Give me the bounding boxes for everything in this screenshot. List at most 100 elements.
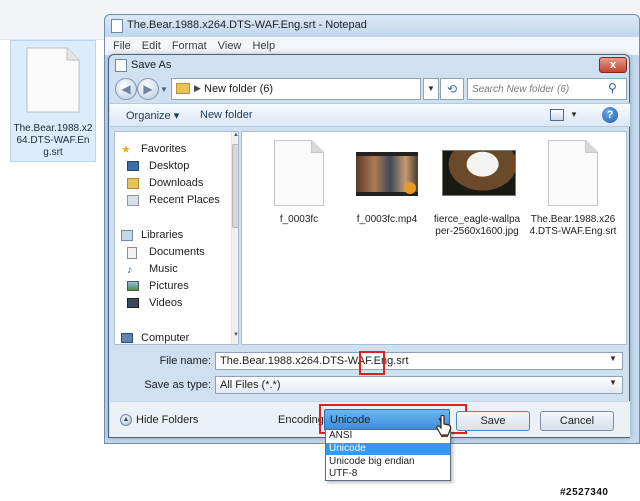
address-dropdown-icon[interactable]: ▼ (423, 78, 439, 100)
documents-icon (127, 247, 137, 259)
eagle-image-thumbnail (442, 140, 516, 206)
blank-file-icon (26, 47, 80, 113)
nav-music[interactable]: ♪ Music (127, 262, 235, 278)
nav-label: Computer (141, 332, 190, 344)
navigation-pane: ★ Favorites Desktop Downloads Recent Pla… (114, 131, 239, 345)
hide-folders-label: Hide Folders (136, 414, 199, 426)
recent-places-icon (127, 195, 139, 206)
dialog-icon (115, 59, 127, 72)
desktop-icon (127, 161, 139, 171)
music-icon: ♪ (127, 264, 133, 276)
notepad-menu-bar: File Edit Format View Help (105, 37, 639, 55)
watermark-text: #2527340 (560, 487, 609, 498)
nav-videos[interactable]: Videos (127, 296, 235, 312)
new-folder-button[interactable]: New folder (200, 109, 253, 121)
save-as-type-row: Save as type: All Files (*.*) ▼ (113, 375, 627, 395)
menu-help[interactable]: Help (252, 40, 275, 52)
menu-format[interactable]: Format (172, 40, 207, 52)
nav-label: Documents (149, 246, 205, 258)
extension-highlight-box (359, 351, 385, 375)
organize-button[interactable]: Organize ▾ (126, 109, 179, 122)
forward-button[interactable]: ▶ (137, 78, 159, 100)
search-box[interactable]: ⚲ (467, 78, 627, 100)
save-button[interactable]: Save (456, 411, 530, 431)
scroll-up-icon[interactable]: ▲ (232, 132, 238, 142)
blank-file-icon (268, 140, 330, 206)
file-name: The.Bear.1988.x264.DTS-WAF.Eng.srt (529, 214, 617, 237)
nav-scrollbar[interactable]: ▲ ▼ (231, 132, 238, 344)
view-dropdown-icon[interactable]: ▼ (570, 110, 578, 119)
type-dropdown-icon[interactable]: ▼ (609, 378, 617, 387)
video-thumbnail (356, 140, 418, 206)
libraries-icon (121, 230, 133, 241)
nav-label: Favorites (141, 143, 187, 155)
nav-libraries[interactable]: Libraries (121, 228, 229, 244)
file-item[interactable]: f_0003fc.mp4 (342, 140, 432, 260)
file-item[interactable]: f_0003fc (254, 140, 344, 260)
address-bar[interactable]: ▶ New folder (6) (171, 78, 421, 100)
file-name-label: File name: (159, 355, 211, 367)
search-icon[interactable]: ⚲ (608, 81, 617, 95)
nav-recent-places[interactable]: Recent Places (127, 193, 235, 209)
file-name-row: File name: The.Bear.1988.x264.DTS-WAF.En… (113, 351, 627, 375)
nav-favorites[interactable]: ★ Favorites (121, 142, 229, 158)
command-toolbar: Organize ▾ New folder ▼ ? (110, 103, 630, 127)
file-list: f_0003fc f_0003fc.mp4 fierce_eagle-wallp… (241, 131, 627, 345)
notepad-title-bar[interactable]: The.Bear.1988.x264.DTS-WAF.Eng.srt - Not… (105, 15, 639, 37)
downloads-icon (127, 178, 139, 189)
encoding-option-unicode-big-endian[interactable]: Unicode big endian (326, 456, 450, 468)
nav-label: Libraries (141, 229, 184, 241)
encoding-options-list: ANSI Unicode Unicode big endian UTF-8 (325, 429, 451, 481)
encoding-option-unicode[interactable]: Unicode (326, 443, 450, 455)
breadcrumb-separator-icon[interactable]: ▶ (194, 83, 201, 94)
cancel-button[interactable]: Cancel (540, 411, 614, 431)
file-item[interactable]: fierce_eagle-wallpaper-2560x1600.jpg (432, 140, 522, 260)
file-name: f_0003fc (279, 214, 319, 225)
file-item[interactable]: The.Bear.1988.x264.DTS-WAF.Eng.srt (528, 140, 618, 260)
menu-edit[interactable]: Edit (142, 40, 161, 52)
nav-pictures[interactable]: Pictures (127, 279, 235, 295)
file-name: fierce_eagle-wallpaper-2560x1600.jpg (433, 214, 521, 237)
computer-icon (121, 333, 133, 343)
encoding-option-utf8[interactable]: UTF-8 (326, 468, 450, 480)
encoding-option-ansi[interactable]: ANSI (326, 430, 450, 442)
close-button[interactable]: x (599, 57, 627, 73)
videos-icon (127, 298, 139, 308)
breadcrumb-current[interactable]: New folder (6) (204, 83, 273, 95)
search-input[interactable] (472, 82, 602, 96)
file-name-dropdown-icon[interactable]: ▼ (609, 354, 617, 363)
nav-label: Downloads (149, 177, 204, 189)
notepad-icon (111, 19, 123, 33)
view-options-icon[interactable] (550, 109, 564, 121)
organize-label: Organize (126, 110, 171, 122)
help-button[interactable]: ? (602, 107, 618, 123)
chevron-up-icon: ▲ (120, 414, 132, 426)
blank-file-icon (542, 140, 604, 206)
file-name-input[interactable]: The.Bear.1988.x264.DTS-WAF.Eng.srt (215, 352, 623, 370)
media-player-icon (404, 182, 416, 194)
nav-desktop[interactable]: Desktop (127, 159, 235, 175)
save-as-type-select[interactable]: All Files (*.*) (215, 376, 623, 394)
nav-computer[interactable]: Computer (121, 331, 229, 344)
hand-cursor-icon (436, 415, 452, 437)
scroll-down-icon[interactable]: ▼ (232, 332, 238, 342)
scroll-thumb[interactable] (232, 144, 238, 228)
nav-label: Videos (149, 297, 183, 309)
menu-view[interactable]: View (218, 40, 242, 52)
save-as-type-label: Save as type: (144, 379, 211, 391)
nav-documents[interactable]: Documents (127, 245, 235, 261)
back-button[interactable]: ◀ (115, 78, 137, 100)
notepad-title: The.Bear.1988.x264.DTS-WAF.Eng.srt - Not… (127, 19, 367, 31)
address-row: ◀ ▶ ▼ ▶ New folder (6) ▼ ⟲ ⚲ (113, 77, 627, 101)
dialog-title: Save As (131, 59, 172, 71)
save-as-dialog: Save As x ◀ ▶ ▼ ▶ New folder (6) ▼ ⟲ ⚲ O… (108, 54, 630, 438)
nav-label: Music (149, 263, 178, 275)
desktop-file-srt[interactable]: The.Bear.1988.x264.DTS-WAF.Eng.srt (10, 40, 96, 162)
history-dropdown-icon[interactable]: ▼ (160, 85, 170, 95)
star-icon: ★ (121, 144, 131, 156)
nav-downloads[interactable]: Downloads (127, 176, 235, 192)
menu-file[interactable]: File (113, 40, 131, 52)
folder-icon (176, 83, 190, 94)
dialog-title-bar[interactable]: Save As x (109, 55, 629, 75)
refresh-button[interactable]: ⟲ (440, 78, 464, 100)
